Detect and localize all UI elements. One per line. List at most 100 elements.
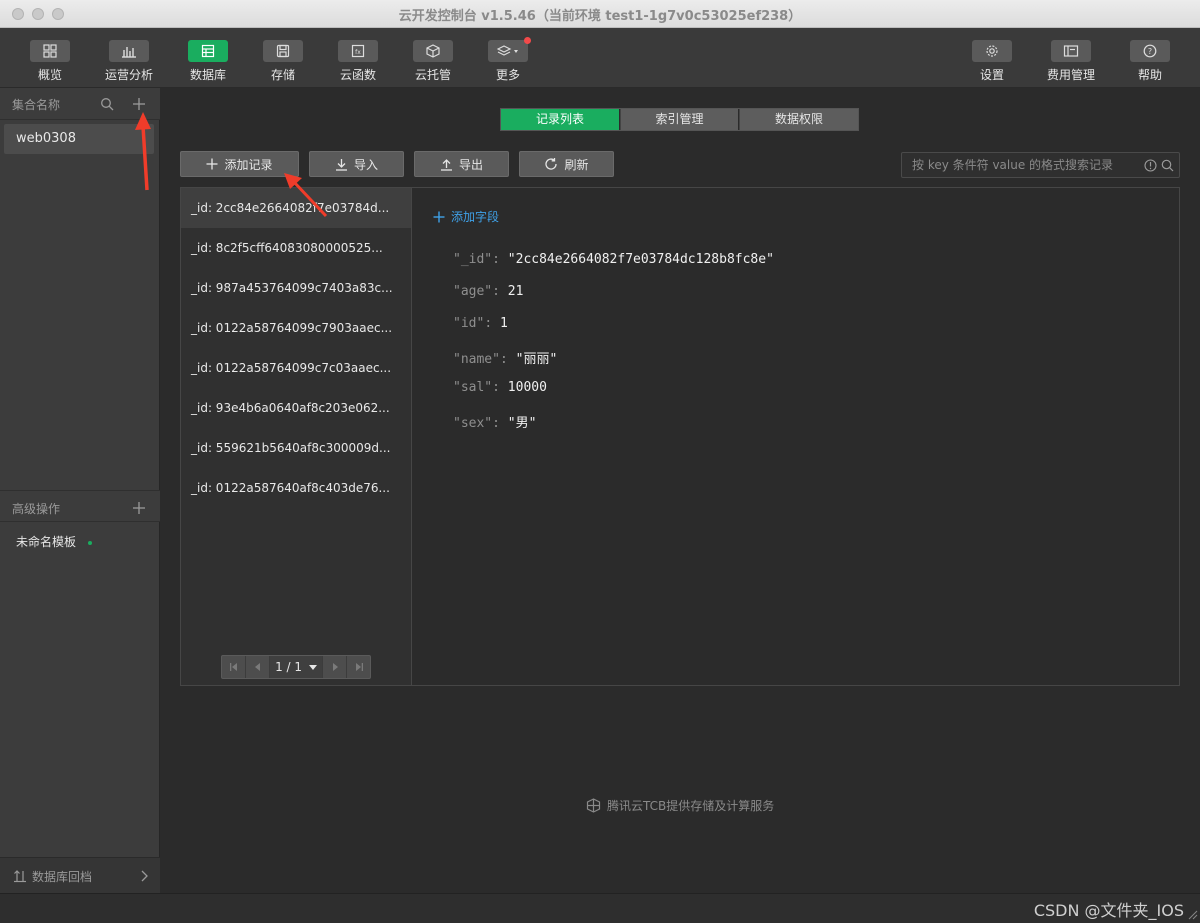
info-icon[interactable] bbox=[1144, 159, 1157, 172]
add-field-button[interactable]: 添加字段 bbox=[433, 208, 499, 225]
record-item[interactable]: _id: 0122a58764099c7903aaec... bbox=[181, 308, 411, 348]
last-page-icon bbox=[356, 663, 363, 671]
window-title: 云开发控制台 v1.5.46（当前环境 test1-1g7v0c53025ef2… bbox=[398, 9, 802, 24]
record-item[interactable]: _id: 93e4b6a0640af8c203e062... bbox=[181, 388, 411, 428]
chevron-down-icon bbox=[308, 664, 317, 670]
field-row[interactable]: "_id": "2cc84e2664082f7e03784dc128b8fc8e… bbox=[453, 252, 774, 267]
toolbar-more-label: 更多 bbox=[495, 68, 520, 82]
field-row[interactable]: "age": 21 bbox=[453, 284, 523, 299]
collection-sidebar: 集合名称 web0308 高级操作 未命名模板 数据库回档 bbox=[0, 88, 160, 893]
field-key: "sex" bbox=[453, 416, 493, 431]
annotation-arrow-diagonal-icon bbox=[284, 173, 328, 218]
toolbar-billing[interactable]: 费用管理 bbox=[1041, 40, 1101, 83]
field-key: "name" bbox=[453, 352, 500, 367]
help-icon: ? bbox=[1143, 44, 1157, 58]
toolbar-analytics[interactable]: 运营分析 bbox=[99, 40, 159, 83]
record-item[interactable]: _id: 987a453764099c7403a83c... bbox=[181, 268, 411, 308]
last-page-button[interactable] bbox=[346, 656, 370, 678]
toolbar-help[interactable]: ? 帮助 bbox=[1120, 40, 1180, 83]
prev-page-button[interactable] bbox=[246, 656, 270, 678]
field-value: 1 bbox=[499, 316, 508, 331]
export-label: 导出 bbox=[458, 157, 483, 172]
field-key: "_id" bbox=[453, 252, 493, 267]
field-key: "id" bbox=[453, 316, 485, 331]
next-page-button[interactable] bbox=[322, 656, 346, 678]
records-panel: _id: 2cc84e2664082f7e03784d... _id: 8c2f… bbox=[180, 187, 1180, 686]
search-icon[interactable] bbox=[1161, 159, 1174, 172]
gear-icon bbox=[986, 45, 998, 57]
chevron-down-icon bbox=[514, 50, 518, 53]
toolbar-functions[interactable]: fx 云函数 bbox=[328, 40, 388, 83]
record-item[interactable]: _id: 8c2f5cff64083080000525... bbox=[181, 228, 411, 268]
search-icon[interactable] bbox=[100, 97, 114, 111]
plus-icon bbox=[206, 158, 218, 170]
toolbar-cloud-hosting[interactable]: 云托管 bbox=[403, 40, 463, 83]
billing-icon bbox=[1063, 45, 1079, 57]
toolbar-overview[interactable]: 概览 bbox=[20, 40, 80, 83]
resize-grip-icon[interactable] bbox=[1186, 908, 1198, 920]
field-value: "2cc84e2664082f7e03784dc128b8fc8e" bbox=[507, 252, 774, 267]
field-key: "age" bbox=[453, 284, 493, 299]
field-value: "丽丽" bbox=[515, 352, 558, 367]
template-item-label: 未命名模板 bbox=[16, 535, 77, 549]
toolbar-cloud-hosting-label: 云托管 bbox=[414, 68, 451, 82]
box-icon bbox=[426, 44, 440, 58]
toolbar-analytics-label: 运营分析 bbox=[104, 68, 153, 82]
tab-data-permissions[interactable]: 数据权限 bbox=[739, 109, 858, 130]
record-item[interactable]: _id: 559621b5640af8c300009d... bbox=[181, 428, 411, 468]
toolbar-database[interactable]: 数据库 bbox=[178, 40, 238, 83]
record-item[interactable]: _id: 0122a587640af8c403de76... bbox=[181, 468, 411, 508]
toolbar-storage-label: 存储 bbox=[270, 68, 295, 82]
page-select[interactable]: 1 / 1 bbox=[270, 656, 322, 678]
add-record-label: 添加记录 bbox=[224, 157, 273, 172]
toolbar-settings[interactable]: 设置 bbox=[962, 40, 1022, 83]
add-template-icon[interactable] bbox=[132, 501, 146, 515]
upload-icon bbox=[440, 158, 452, 171]
template-item[interactable]: 未命名模板 bbox=[16, 533, 92, 550]
chevron-right-icon bbox=[141, 870, 148, 882]
field-row[interactable]: "name": "丽丽" bbox=[453, 348, 557, 367]
toolbar-storage[interactable]: 存储 bbox=[253, 40, 313, 83]
bar-chart-icon bbox=[122, 47, 136, 58]
chevron-right-icon bbox=[333, 663, 338, 671]
add-field-label: 添加字段 bbox=[451, 210, 500, 224]
toolbar-overview-label: 概览 bbox=[37, 68, 62, 82]
svg-text:?: ? bbox=[1148, 47, 1152, 56]
rollback-label: 数据库回档 bbox=[32, 870, 93, 884]
database-rollback[interactable]: 数据库回档 bbox=[0, 857, 160, 893]
field-value: 10000 bbox=[507, 380, 547, 395]
field-row[interactable]: "sal": 10000 bbox=[453, 380, 547, 395]
refresh-button[interactable]: 刷新 bbox=[519, 151, 614, 177]
record-item[interactable]: _id: 0122a58764099c7c03aaec... bbox=[181, 348, 411, 388]
collections-header-label: 集合名称 bbox=[12, 98, 61, 112]
toolbar-settings-label: 设置 bbox=[979, 68, 1004, 82]
toolbar-help-label: 帮助 bbox=[1137, 68, 1162, 82]
field-key: "sal" bbox=[453, 380, 493, 395]
main-toolbar: 概览 运营分析 数据库 存储 fx 云函数 云托管 更多 设置 费用管理 ? 帮… bbox=[0, 28, 1200, 88]
record-list: _id: 2cc84e2664082f7e03784d... _id: 8c2f… bbox=[181, 188, 412, 685]
toolbar-database-label: 数据库 bbox=[189, 68, 226, 82]
pagination: 1 / 1 bbox=[221, 655, 371, 679]
search-records-input[interactable]: 按 key 条件符 value 的格式搜索记录 bbox=[901, 152, 1180, 178]
annotation-arrow-up-icon bbox=[135, 112, 151, 191]
field-row[interactable]: "sex": "男" bbox=[453, 412, 536, 431]
view-tabs: 记录列表 索引管理 数据权限 bbox=[500, 108, 859, 131]
toolbar-more[interactable]: 更多 bbox=[478, 40, 538, 83]
tab-index-management[interactable]: 索引管理 bbox=[620, 109, 738, 130]
export-button[interactable]: 导出 bbox=[414, 151, 509, 177]
first-page-button[interactable] bbox=[222, 656, 246, 678]
chevron-left-icon bbox=[255, 663, 260, 671]
search-placeholder: 按 key 条件符 value 的格式搜索记录 bbox=[912, 158, 1114, 172]
advanced-header: 高级操作 bbox=[0, 490, 160, 522]
field-row[interactable]: "id": 1 bbox=[453, 316, 508, 331]
notification-badge bbox=[524, 37, 531, 44]
title-bar: 云开发控制台 v1.5.46（当前环境 test1-1g7v0c53025ef2… bbox=[0, 0, 1200, 28]
function-icon: fx bbox=[351, 44, 365, 58]
tab-record-list[interactable]: 记录列表 bbox=[501, 109, 619, 130]
refresh-label: 刷新 bbox=[564, 157, 589, 172]
refresh-icon bbox=[545, 158, 558, 170]
grid-icon bbox=[43, 44, 57, 58]
database-icon bbox=[201, 44, 215, 58]
svg-text:fx: fx bbox=[355, 49, 361, 56]
import-label: 导入 bbox=[353, 157, 378, 172]
